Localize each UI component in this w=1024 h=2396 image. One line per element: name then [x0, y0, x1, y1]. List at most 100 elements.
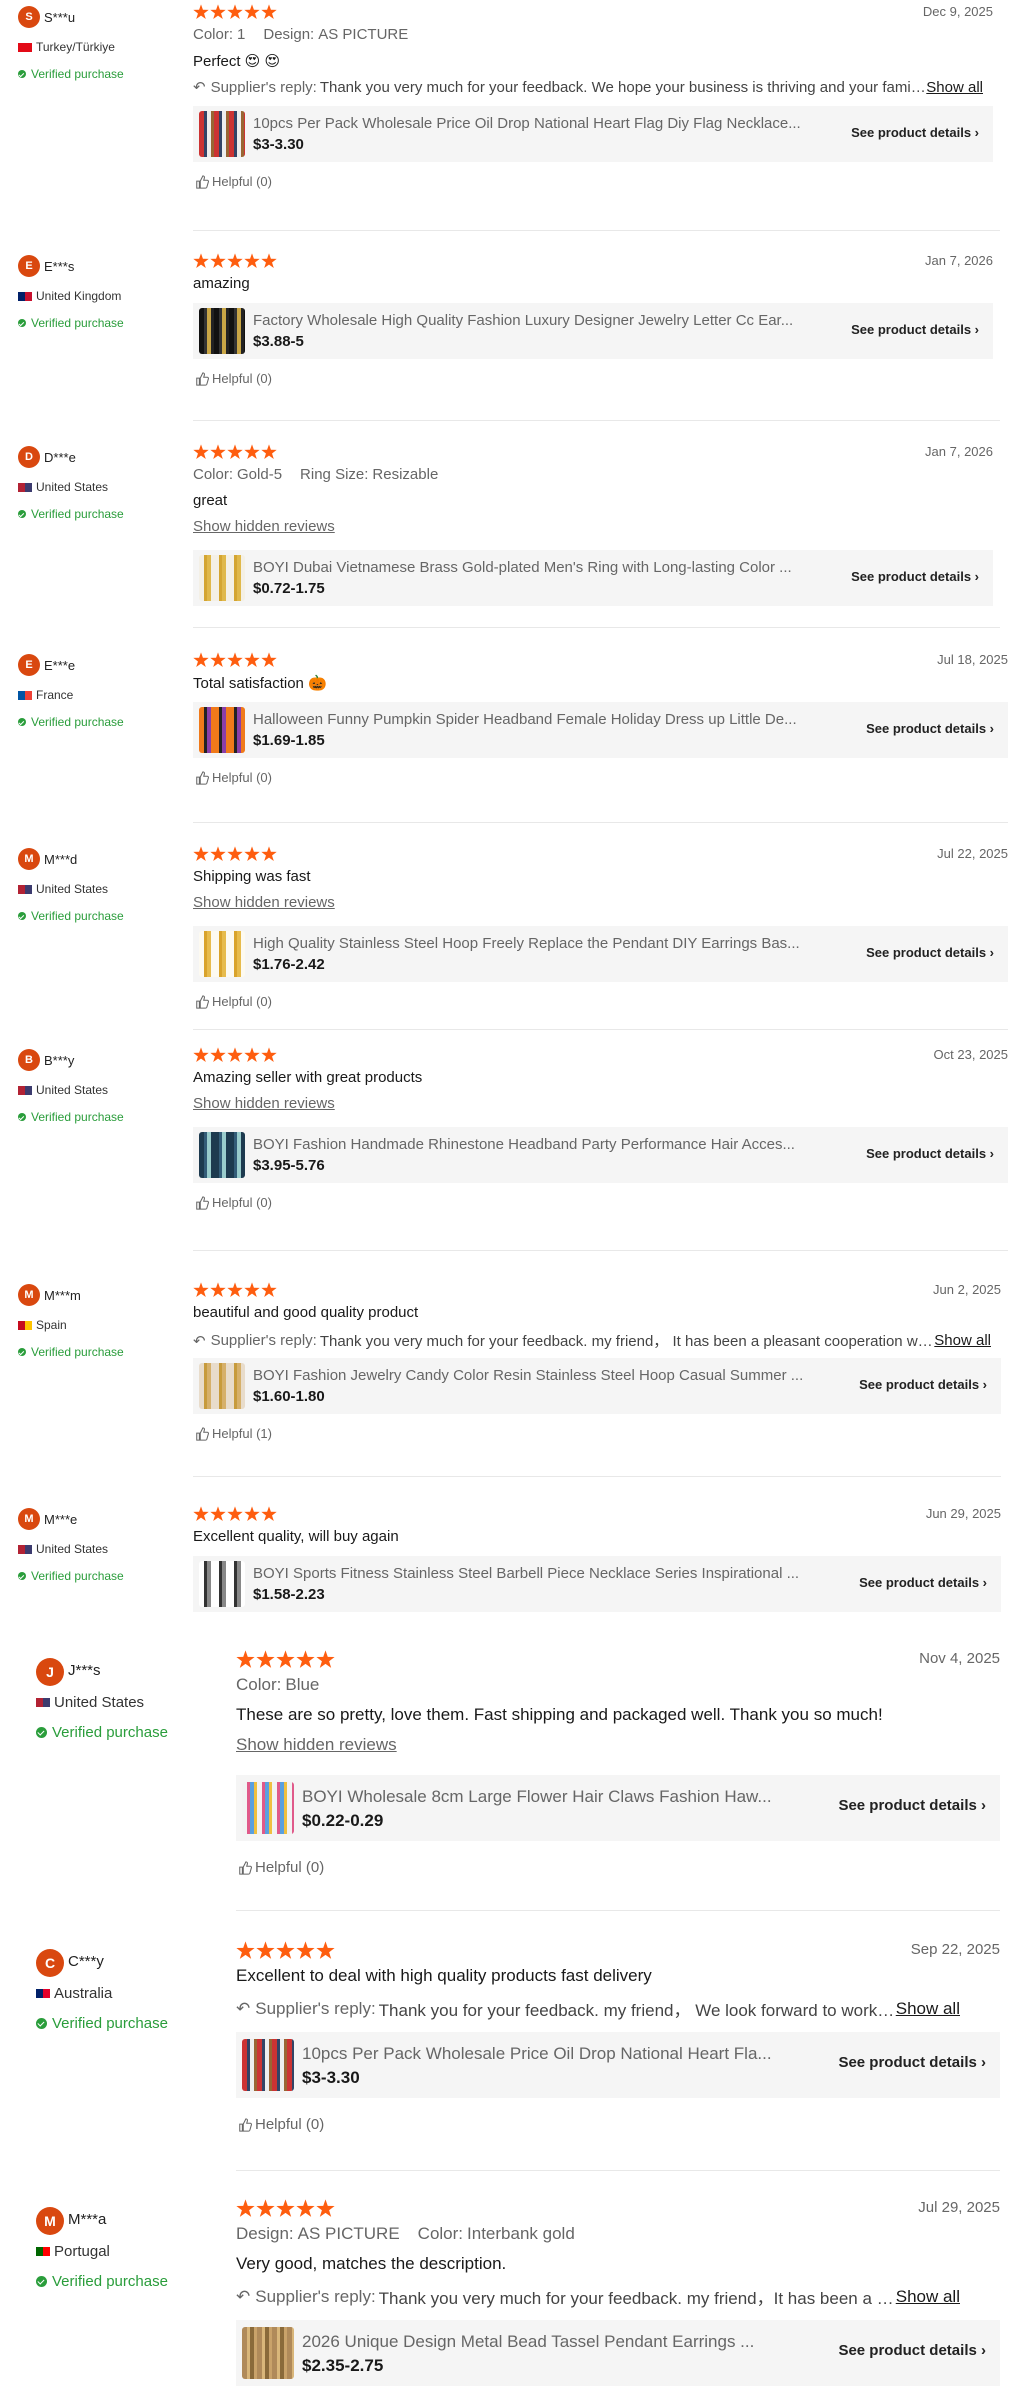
- see-product-details-link[interactable]: See product details ›: [866, 1146, 994, 1161]
- avatar: E: [18, 654, 40, 676]
- helpful-label: Helpful (0): [212, 371, 272, 386]
- see-product-details-link[interactable]: See product details ›: [838, 2342, 986, 2359]
- verified-label: Verified purchase: [52, 2015, 168, 2032]
- star-icon: [296, 1941, 315, 1959]
- helpful-button[interactable]: Helpful (0): [195, 1195, 272, 1210]
- star-icon: [244, 1047, 260, 1063]
- see-product-details-link[interactable]: See product details ›: [851, 322, 979, 337]
- product-title: BOYI Fashion Handmade Rhinestone Headban…: [253, 1136, 795, 1153]
- country-name: United States: [36, 1542, 109, 1556]
- star-icon: [261, 4, 277, 20]
- star-icon: [193, 1047, 209, 1063]
- helpful-button[interactable]: Helpful (1): [195, 1426, 272, 1441]
- star-icon: [227, 1506, 243, 1522]
- chevron-right-icon: ›: [971, 569, 979, 584]
- product-thumbnail: [199, 555, 245, 601]
- check-circle-icon: [18, 718, 26, 726]
- star-icon: [227, 444, 243, 460]
- show-hidden-reviews-link[interactable]: Show hidden reviews: [193, 518, 335, 535]
- star-icon: [261, 253, 277, 269]
- product-title: Halloween Funny Pumpkin Spider Headband …: [253, 711, 797, 728]
- see-product-details-link[interactable]: See product details ›: [851, 125, 979, 140]
- star-icon: [193, 444, 209, 460]
- product-card[interactable]: 2026 Unique Design Metal Bead Tassel Pen…: [236, 2320, 1000, 2386]
- country-name: Turkey/Türkiye: [36, 40, 115, 54]
- reviews-list: S S***u Turkey/Türkiye Verified purchase Dec…: [0, 0, 1024, 2396]
- product-card[interactable]: Halloween Funny Pumpkin Spider Headband …: [193, 702, 1008, 758]
- product-card[interactable]: BOYI Fashion Handmade Rhinestone Headban…: [193, 1127, 1008, 1183]
- product-card[interactable]: BOYI Dubai Vietnamese Brass Gold-plated …: [193, 550, 993, 606]
- product-card[interactable]: BOYI Sports Fitness Stainless Steel Barb…: [193, 1556, 1001, 1612]
- helpful-button[interactable]: Helpful (0): [195, 994, 272, 1009]
- avatar: M: [36, 2207, 64, 2235]
- review-divider: [193, 420, 1000, 421]
- product-card[interactable]: BOYI Wholesale 8cm Large Flower Hair Cla…: [236, 1775, 1000, 1841]
- see-product-details-link[interactable]: See product details ›: [851, 569, 979, 584]
- reviewer-name: B***y: [44, 1053, 75, 1068]
- see-product-details-link[interactable]: See product details ›: [866, 945, 994, 960]
- product-thumbnail: [199, 931, 245, 977]
- product-card[interactable]: 10pcs Per Pack Wholesale Price Oil Drop …: [193, 106, 993, 162]
- star-icon: [210, 846, 226, 862]
- see-product-details-link[interactable]: See product details ›: [859, 1575, 987, 1590]
- product-card[interactable]: Factory Wholesale High Quality Fashion L…: [193, 303, 993, 359]
- sku-attributes: Color: Gold-5 Ring Size: Resizable: [193, 466, 456, 483]
- helpful-button[interactable]: Helpful (0): [238, 1859, 324, 1876]
- attribute-label: Design:: [236, 2224, 294, 2243]
- reviewer-name: M***a: [68, 2211, 107, 2228]
- see-product-details-link[interactable]: See product details ›: [859, 1377, 987, 1392]
- reply-text: Thank you very much for your feedback. m…: [319, 1333, 935, 1350]
- check-circle-icon: [18, 912, 26, 920]
- see-product-details-label: See product details: [859, 1575, 980, 1590]
- reply-arrow-icon: ↶: [193, 1332, 206, 1350]
- star-icon: [261, 444, 277, 460]
- star-icon: [210, 4, 226, 20]
- star-icon: [210, 253, 226, 269]
- helpful-button[interactable]: Helpful (0): [195, 371, 272, 386]
- show-hidden-reviews-link[interactable]: Show hidden reviews: [193, 894, 335, 911]
- star-rating: [193, 1047, 278, 1068]
- thumbs-up-icon: [196, 994, 209, 1009]
- verified-label: Verified purchase: [31, 909, 124, 923]
- product-title: BOYI Wholesale 8cm Large Flower Hair Cla…: [302, 1787, 772, 1806]
- reviewer-name: E***e: [44, 658, 76, 673]
- star-icon: [316, 2199, 335, 2217]
- show-all-link[interactable]: Show all: [896, 2287, 960, 2307]
- show-hidden-reviews-link[interactable]: Show hidden reviews: [236, 1735, 397, 1755]
- reply-arrow-icon: ↶: [236, 1998, 251, 2018]
- see-product-details-link[interactable]: See product details ›: [838, 1797, 986, 1814]
- star-icon: [227, 4, 243, 20]
- product-title: Factory Wholesale High Quality Fashion L…: [253, 312, 794, 329]
- helpful-button[interactable]: Helpful (0): [195, 174, 272, 189]
- attribute-label: Color:: [193, 466, 234, 483]
- show-hidden-reviews-link[interactable]: Show hidden reviews: [193, 1095, 335, 1112]
- verified-label: Verified purchase: [31, 1345, 124, 1359]
- show-all-link[interactable]: Show all: [934, 1332, 991, 1349]
- reviewer-country: United States: [18, 882, 108, 896]
- reviewer-name: D***e: [44, 450, 76, 465]
- product-card[interactable]: High Quality Stainless Steel Hoop Freely…: [193, 926, 1008, 982]
- reviewer-country: France: [18, 688, 73, 702]
- helpful-label: Helpful (0): [255, 2116, 325, 2133]
- country-flag-icon: [18, 291, 32, 301]
- country-name: Australia: [54, 1985, 113, 2002]
- reply-text: Thank you very much for your feedback. m…: [378, 2289, 896, 2308]
- reply-label: Supplier's reply:: [255, 1998, 376, 2018]
- reviewer-name: S***u: [44, 10, 76, 25]
- country-flag-icon: [36, 1698, 50, 1707]
- see-product-details-link[interactable]: See product details ›: [866, 721, 994, 736]
- show-all-link[interactable]: Show all: [926, 79, 983, 96]
- helpful-button[interactable]: Helpful (0): [195, 770, 272, 785]
- star-icon: [261, 1506, 277, 1522]
- product-price: $2.35-2.75: [302, 2356, 384, 2375]
- attribute-label: Ring Size:: [300, 466, 369, 483]
- show-all-link[interactable]: Show all: [896, 1999, 960, 2019]
- review-divider: [236, 1910, 1000, 1911]
- attribute-value: Interbank gold: [467, 2224, 575, 2243]
- product-card[interactable]: 10pcs Per Pack Wholesale Price Oil Drop …: [236, 2032, 1000, 2098]
- helpful-label: Helpful (1): [212, 1426, 272, 1441]
- star-icon: [244, 1282, 260, 1298]
- see-product-details-link[interactable]: See product details ›: [838, 2054, 986, 2071]
- product-card[interactable]: BOYI Fashion Jewelry Candy Color Resin S…: [193, 1358, 1001, 1414]
- helpful-button[interactable]: Helpful (0): [238, 2116, 324, 2133]
